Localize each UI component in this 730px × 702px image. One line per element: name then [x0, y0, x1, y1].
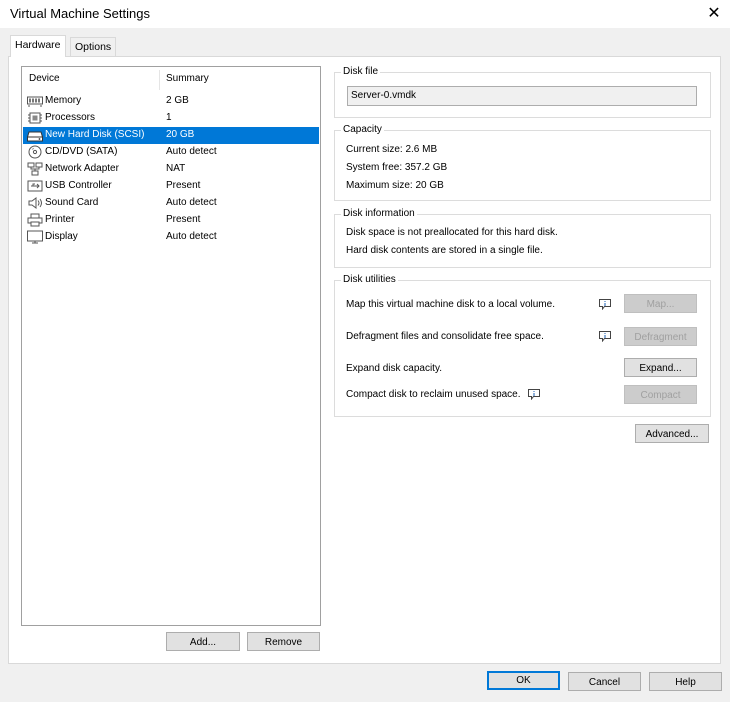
defragment-description: Defragment files and consolidate free sp… — [346, 331, 544, 342]
column-header-device[interactable]: Device — [29, 67, 60, 91]
device-row-display[interactable]: Display Auto detect — [23, 229, 319, 246]
disk-file-field[interactable]: Server-0.vmdk — [347, 86, 697, 106]
help-button[interactable]: Help — [649, 672, 722, 691]
device-summary: Auto detect — [166, 146, 217, 157]
device-name: Sound Card — [45, 197, 99, 208]
device-name: Printer — [45, 214, 75, 225]
disk-file-group: Disk file Server-0.vmdk — [334, 66, 711, 118]
current-size-text: Current size: 2.6 MB — [346, 144, 438, 155]
disk-information-title: Disk information — [341, 208, 417, 219]
device-name: Processors — [45, 112, 96, 123]
network-adapter-icon — [27, 162, 43, 176]
add-button[interactable]: Add... — [166, 632, 240, 651]
device-list[interactable]: Device Summary Memory 2 GB Processors 1 … — [21, 66, 321, 626]
device-row-hard-disk[interactable]: New Hard Disk (SCSI) 20 GB — [23, 127, 319, 144]
single-file-text: Hard disk contents are stored in a singl… — [346, 245, 543, 256]
disk-utilities-title: Disk utilities — [341, 274, 398, 285]
defragment-button[interactable]: Defragment — [624, 327, 697, 346]
device-row-processors[interactable]: Processors 1 — [23, 110, 319, 127]
device-name: CD/DVD (SATA) — [45, 146, 118, 157]
hard-disk-icon — [27, 131, 43, 142]
expand-description: Expand disk capacity. — [346, 363, 442, 374]
device-row-network-adapter[interactable]: Network Adapter NAT — [23, 161, 319, 178]
tab-options[interactable]: Options — [70, 37, 117, 56]
map-description: Map this virtual machine disk to a local… — [346, 299, 555, 310]
info-icon[interactable] — [528, 389, 540, 400]
device-name: USB Controller — [45, 180, 112, 191]
info-icon[interactable] — [599, 299, 611, 310]
device-name: Display — [45, 231, 78, 242]
info-icon[interactable] — [599, 331, 611, 342]
device-name: Memory — [45, 95, 82, 106]
disk-information-group: Disk information Disk space is not preal… — [334, 208, 711, 268]
device-row-sound-card[interactable]: Sound Card Auto detect — [23, 195, 319, 212]
advanced-button[interactable]: Advanced... — [635, 424, 709, 443]
capacity-title: Capacity — [341, 124, 384, 135]
device-row-usb-controller[interactable]: USB Controller Present — [23, 178, 319, 195]
speaker-icon — [28, 197, 42, 209]
compact-description: Compact disk to reclaim unused space. — [346, 389, 521, 400]
close-icon[interactable]: ✕ — [704, 4, 724, 24]
compact-button[interactable]: Compact — [624, 385, 697, 404]
column-header-summary[interactable]: Summary — [166, 67, 209, 91]
cancel-button[interactable]: Cancel — [568, 672, 641, 691]
printer-icon — [27, 213, 43, 227]
remove-button[interactable]: Remove — [247, 632, 320, 651]
device-summary: 20 GB — [166, 129, 195, 140]
device-summary: 1 — [166, 112, 172, 123]
preallocation-text: Disk space is not preallocated for this … — [346, 227, 558, 238]
device-row-memory[interactable]: Memory 2 GB — [23, 93, 319, 110]
device-summary: Present — [166, 214, 201, 225]
device-summary: Auto detect — [166, 197, 217, 208]
tab-hardware[interactable]: Hardware — [10, 35, 66, 57]
map-button[interactable]: Map... — [624, 294, 697, 313]
window-title: Virtual Machine Settings — [10, 6, 150, 21]
device-row-cd-dvd[interactable]: CD/DVD (SATA) Auto detect — [23, 144, 319, 161]
device-summary: NAT — [166, 163, 186, 174]
memory-icon — [27, 96, 43, 107]
device-name: Network Adapter — [45, 163, 119, 174]
system-free-text: System free: 357.2 GB — [346, 162, 448, 173]
maximum-size-text: Maximum size: 20 GB — [346, 180, 444, 191]
device-summary: Auto detect — [166, 231, 217, 242]
disk-utilities-group: Disk utilities Map this virtual machine … — [334, 274, 711, 417]
device-summary: Present — [166, 180, 201, 191]
display-icon — [27, 230, 43, 244]
disk-file-title: Disk file — [341, 66, 381, 77]
ok-button[interactable]: OK — [487, 671, 560, 690]
usb-icon — [27, 180, 43, 192]
device-summary: 2 GB — [166, 95, 189, 106]
device-name: New Hard Disk (SCSI) — [45, 129, 145, 140]
cd-dvd-icon — [28, 145, 42, 159]
column-divider — [159, 70, 160, 90]
capacity-group: Capacity Current size: 2.6 MB System fre… — [334, 124, 711, 201]
processor-icon — [28, 112, 42, 124]
expand-button[interactable]: Expand... — [624, 358, 697, 377]
device-row-printer[interactable]: Printer Present — [23, 212, 319, 229]
